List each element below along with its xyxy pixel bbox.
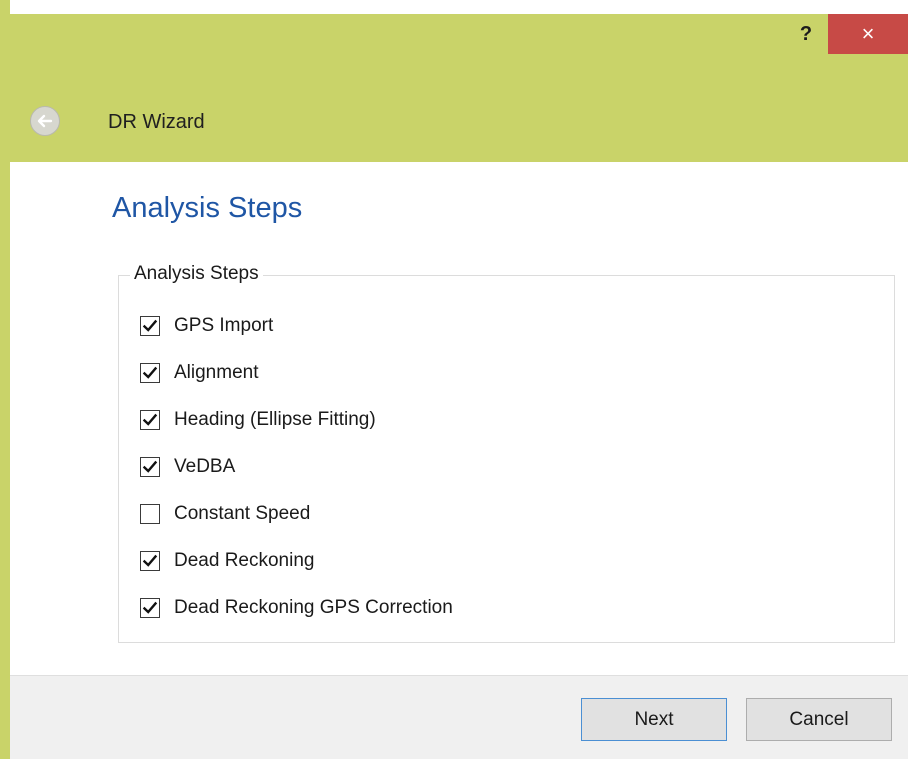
page-title: Analysis Steps bbox=[112, 192, 303, 224]
step-label: Dead Reckoning bbox=[174, 550, 315, 571]
close-button[interactable]: × bbox=[828, 14, 908, 54]
back-arrow-icon bbox=[37, 114, 53, 128]
checkbox[interactable] bbox=[140, 598, 160, 618]
back-button[interactable] bbox=[30, 106, 60, 136]
checkmark-icon bbox=[142, 413, 158, 426]
cancel-button[interactable]: Cancel bbox=[746, 698, 892, 741]
dr-wizard-window: ? × DR Wizard Analysis Steps Analysis St… bbox=[0, 0, 908, 759]
step-constant-speed[interactable]: Constant Speed bbox=[140, 501, 310, 527]
checkbox[interactable] bbox=[140, 363, 160, 383]
checkbox[interactable] bbox=[140, 457, 160, 477]
group-legend: Analysis Steps bbox=[130, 263, 263, 285]
step-label: Constant Speed bbox=[174, 503, 311, 524]
step-heading[interactable]: Heading (Ellipse Fitting) bbox=[140, 407, 376, 433]
window-left-border bbox=[0, 0, 10, 759]
step-label: VeDBA bbox=[174, 456, 236, 477]
title-bar: ? × DR Wizard bbox=[10, 14, 908, 162]
step-dead-reckoning-gps-correction[interactable]: Dead Reckoning GPS Correction bbox=[140, 595, 453, 621]
analysis-steps-group: Analysis Steps GPS Import Alignment Head… bbox=[118, 263, 895, 643]
step-dead-reckoning[interactable]: Dead Reckoning bbox=[140, 548, 314, 574]
step-vedba[interactable]: VeDBA bbox=[140, 454, 235, 480]
checkbox[interactable] bbox=[140, 504, 160, 524]
checkbox[interactable] bbox=[140, 316, 160, 336]
footer-bar: Next Cancel bbox=[10, 675, 908, 759]
help-button[interactable]: ? bbox=[788, 14, 824, 54]
checkmark-icon bbox=[142, 554, 158, 567]
checkbox[interactable] bbox=[140, 410, 160, 430]
window-title: DR Wizard bbox=[108, 111, 205, 133]
checkmark-icon bbox=[142, 319, 158, 332]
step-gps-import[interactable]: GPS Import bbox=[140, 313, 273, 339]
step-label: Alignment bbox=[174, 362, 259, 383]
step-label: GPS Import bbox=[174, 315, 274, 336]
step-label: Dead Reckoning GPS Correction bbox=[174, 597, 453, 618]
checkbox[interactable] bbox=[140, 551, 160, 571]
step-alignment[interactable]: Alignment bbox=[140, 360, 259, 386]
step-label: Heading (Ellipse Fitting) bbox=[174, 409, 376, 430]
next-button[interactable]: Next bbox=[581, 698, 727, 741]
checkmark-icon bbox=[142, 601, 158, 614]
checkmark-icon bbox=[142, 460, 158, 473]
checkmark-icon bbox=[142, 366, 158, 379]
